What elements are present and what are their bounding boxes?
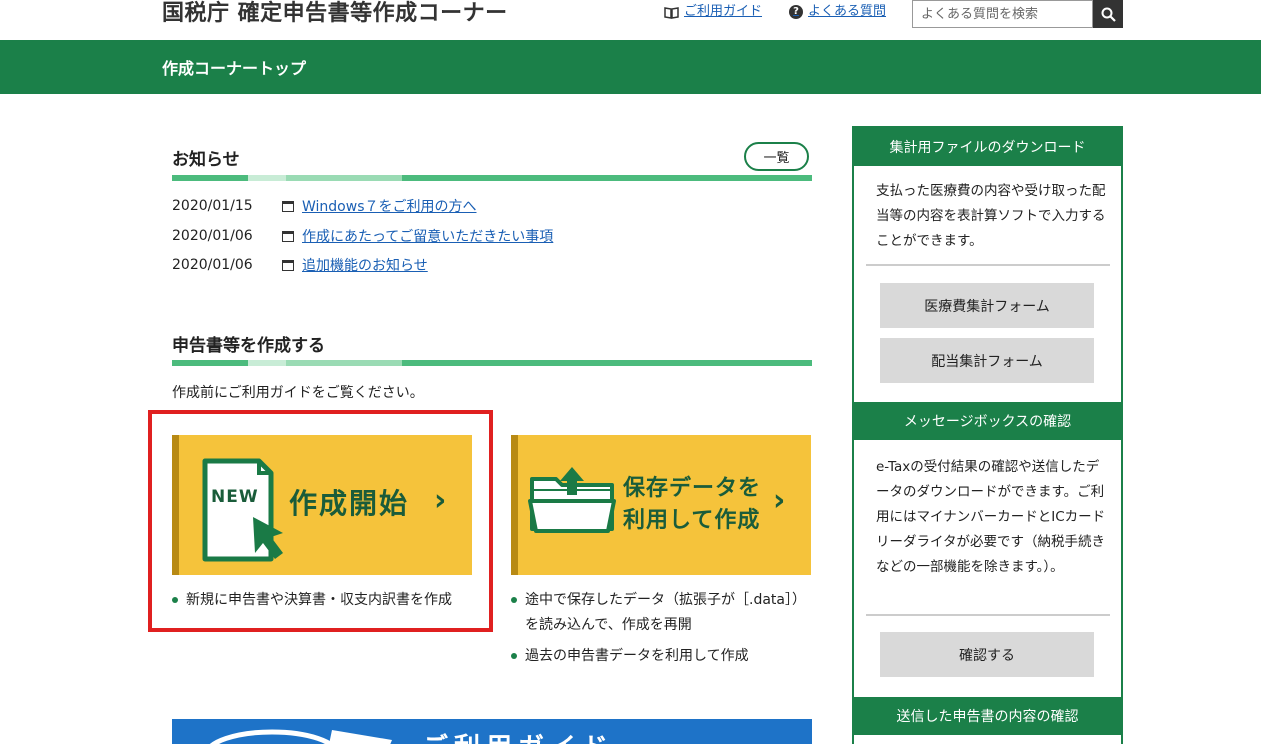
folder-upload-icon [528,467,616,533]
search-input[interactable] [912,0,1093,28]
news-date: 2020/01/06 [172,228,253,244]
start-new-button[interactable]: NEW 作成開始 › [172,435,472,575]
question-icon: ? [789,5,803,19]
new-document-icon [202,458,283,562]
news-item: 2020/01/06 追加機能のお知らせ [172,255,428,275]
list-item: 新規に申告書や決算書・収支内訳書を作成 [172,588,472,613]
divider [866,614,1110,616]
list-item: 途中で保存したデータ（拡張子が［.data］）を読み込んで、作成を再開 [511,588,816,638]
chevron-right-icon: › [434,483,447,518]
create-stripe [172,360,812,366]
news-item: 2020/01/06 作成にあたってご留意いただきたい事項 [172,226,553,246]
dividend-form-button[interactable]: 配当集計フォーム [880,338,1094,383]
list-item: 過去の申告書データを利用して作成 [511,644,816,669]
messagebox-text: e-Taxの受付結果の確認や送信したデータのダウンロードができます。ご利用にはマ… [876,459,1106,575]
news-list-button[interactable]: 一覧 [744,142,809,171]
guide-link-label: ご利用ガイド [684,4,763,19]
news-stripe [172,175,812,181]
search-icon [1101,7,1116,22]
guide-banner-text: ご利用ガイド [422,727,614,744]
guide-note: 作成前にご利用ガイドをご覧ください。 [172,385,424,401]
sidebar: 集計用ファイルのダウンロード 支払った医療費の内容や受け取った配当等の内容を表計… [852,126,1123,744]
news-link[interactable]: 作成にあたってご留意いただきたい事項 [302,226,553,246]
faq-link[interactable]: ? よくある質問 [789,3,886,21]
window-icon [282,230,294,242]
use-saved-data-button[interactable]: 保存データを 利用して作成 › [511,435,811,575]
use-saved-label: 保存データを 利用して作成 [623,476,762,533]
news-item: 2020/01/15 Windows７をご利用の方へ [172,196,477,216]
create-title: 申告書等を作成する [172,336,325,356]
header: 国税庁 確定申告書等作成コーナー ご利用ガイド ? よくある質問 [0,0,1261,40]
guide-banner[interactable]: ご利用ガイド [172,719,812,744]
news-title: お知らせ [172,150,240,170]
faq-link-label: よくある質問 [808,4,887,19]
divider [866,264,1110,266]
page-header-bar: 作成コーナートップ [0,40,1261,94]
banner-graphic-icon [209,729,392,744]
download-text: 支払った医療費の内容や受け取った配当等の内容を表計算ソフトで入力することができま… [876,183,1106,249]
chevron-right-icon: › [773,483,786,518]
window-icon [282,200,294,212]
guide-link[interactable]: ご利用ガイド [664,3,762,21]
book-icon [664,6,679,19]
news-date: 2020/01/06 [172,257,253,273]
site-title[interactable]: 国税庁 確定申告書等作成コーナー [162,0,508,28]
news-link[interactable]: 追加機能のお知らせ [302,255,428,275]
new-badge: NEW [211,487,259,507]
download-title: 集計用ファイルのダウンロード [852,128,1123,166]
news-date: 2020/01/15 [172,198,253,214]
messagebox-check-button[interactable]: 確認する [880,632,1094,677]
search-button[interactable] [1093,0,1123,28]
page-title: 作成コーナートップ [162,59,307,78]
medical-form-button[interactable]: 医療費集計フォーム [880,283,1094,328]
start-new-label: 作成開始 [289,487,410,520]
window-icon [282,259,294,271]
sent-title: 送信した申告書の内容の確認 [852,697,1123,735]
messagebox-title: メッセージボックスの確認 [852,402,1123,440]
news-link[interactable]: Windows７をご利用の方へ [302,196,477,216]
